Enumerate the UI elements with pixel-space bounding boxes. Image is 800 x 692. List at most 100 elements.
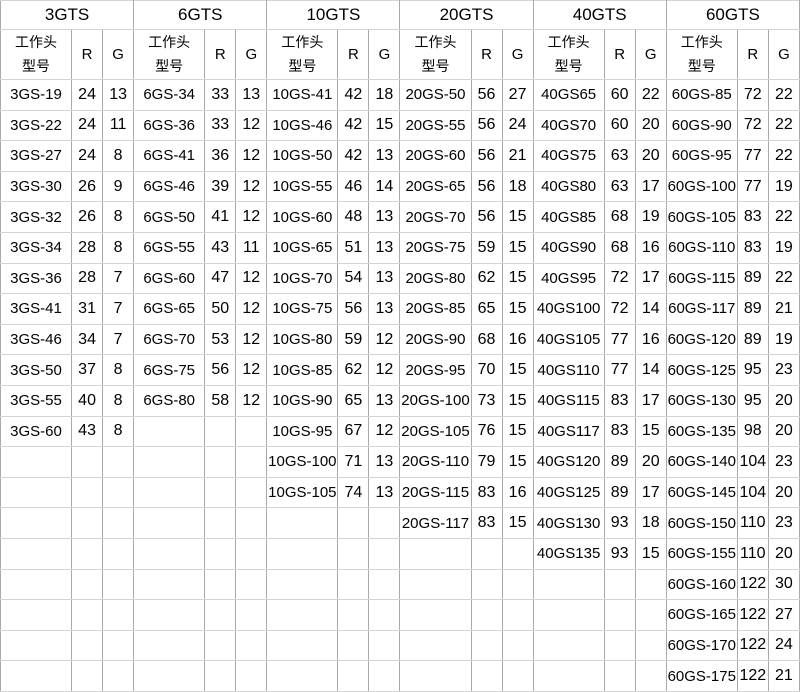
cell-r: 74 — [338, 477, 369, 508]
cell-r: 83 — [737, 232, 768, 263]
cell-empty — [205, 661, 236, 692]
cell-empty — [205, 600, 236, 631]
cell-model: 60GS-145 — [666, 477, 737, 508]
cell-r: 56 — [205, 355, 236, 386]
cell-model: 20GS-110 — [400, 447, 471, 478]
cell-r: 67 — [338, 416, 369, 447]
cell-g: 22 — [768, 141, 799, 172]
cell-model: 60GS-95 — [666, 141, 737, 172]
cell-model: 6GS-65 — [134, 294, 205, 325]
cell-empty — [604, 600, 635, 631]
cell-model: 10GS-85 — [267, 355, 338, 386]
cell-model: 60GS-85 — [666, 80, 737, 111]
column-header-g: G — [768, 30, 799, 80]
cell-empty — [103, 630, 134, 661]
table-row: 40GS135931560GS-15511020 — [1, 538, 800, 569]
cell-g: 12 — [369, 355, 400, 386]
cell-empty — [533, 630, 604, 661]
cell-empty — [1, 630, 72, 661]
cell-empty — [267, 569, 338, 600]
cell-empty — [400, 538, 471, 569]
cell-r: 56 — [471, 171, 502, 202]
cell-model: 10GS-105 — [267, 477, 338, 508]
cell-r: 48 — [338, 202, 369, 233]
cell-r: 26 — [72, 171, 103, 202]
column-header-g: G — [635, 30, 666, 80]
cell-r: 43 — [72, 416, 103, 447]
cell-r: 77 — [604, 355, 635, 386]
cell-g: 8 — [103, 202, 134, 233]
group-header-3gts: 3GTS — [1, 1, 134, 30]
cell-empty — [134, 416, 205, 447]
cell-r: 72 — [604, 294, 635, 325]
cell-g: 16 — [502, 324, 533, 355]
cell-empty — [1, 508, 72, 539]
cell-g: 12 — [236, 171, 267, 202]
cell-r: 39 — [205, 171, 236, 202]
cell-empty — [369, 661, 400, 692]
cell-g: 15 — [502, 202, 533, 233]
cell-model: 60GS-170 — [666, 630, 737, 661]
cell-r: 42 — [338, 141, 369, 172]
cell-g: 12 — [236, 294, 267, 325]
cell-g: 15 — [502, 416, 533, 447]
cell-r: 56 — [471, 110, 502, 141]
cell-empty — [205, 569, 236, 600]
cell-empty — [236, 508, 267, 539]
cell-empty — [502, 600, 533, 631]
cell-g: 19 — [768, 171, 799, 202]
cell-g: 17 — [635, 171, 666, 202]
cell-r: 122 — [737, 630, 768, 661]
cell-r: 77 — [737, 141, 768, 172]
cell-g: 7 — [103, 294, 134, 325]
group-header-row: 3GTS6GTS10GTS20GTS40GTS60GTS — [1, 1, 800, 30]
table-row: 3GS-463476GS-70531210GS-80591220GS-90681… — [1, 324, 800, 355]
cell-r: 95 — [737, 355, 768, 386]
cell-model: 40GS117 — [533, 416, 604, 447]
table-row: 3GS-413176GS-65501210GS-75561320GS-85651… — [1, 294, 800, 325]
cell-model: 6GS-34 — [134, 80, 205, 111]
cell-g: 19 — [768, 232, 799, 263]
gts-workhead-spec-table: 3GTS6GTS10GTS20GTS40GTS60GTS 工作头型号RG工作头型… — [0, 0, 800, 692]
cell-model: 10GS-60 — [267, 202, 338, 233]
cell-model: 10GS-50 — [267, 141, 338, 172]
cell-empty — [533, 600, 604, 631]
cell-empty — [471, 661, 502, 692]
cell-g: 24 — [768, 630, 799, 661]
cell-r: 89 — [737, 324, 768, 355]
cell-g: 12 — [236, 324, 267, 355]
cell-g: 27 — [768, 600, 799, 631]
cell-model: 40GS65 — [533, 80, 604, 111]
cell-model: 40GS120 — [533, 447, 604, 478]
cell-r: 40 — [72, 385, 103, 416]
cell-g: 22 — [768, 110, 799, 141]
cell-empty — [236, 477, 267, 508]
cell-g: 22 — [635, 80, 666, 111]
cell-g: 15 — [502, 508, 533, 539]
cell-g: 7 — [103, 324, 134, 355]
cell-g: 20 — [635, 110, 666, 141]
cell-r: 73 — [471, 385, 502, 416]
cell-g: 13 — [369, 294, 400, 325]
cell-model: 60GS-135 — [666, 416, 737, 447]
cell-model: 20GS-85 — [400, 294, 471, 325]
cell-g: 17 — [635, 263, 666, 294]
cell-r: 46 — [338, 171, 369, 202]
cell-model: 10GS-41 — [267, 80, 338, 111]
column-header-r: R — [205, 30, 236, 80]
cell-model: 6GS-55 — [134, 232, 205, 263]
cell-empty — [134, 630, 205, 661]
cell-empty — [72, 661, 103, 692]
cell-r: 43 — [205, 232, 236, 263]
cell-model: 60GS-175 — [666, 661, 737, 692]
cell-empty — [103, 569, 134, 600]
cell-r: 65 — [471, 294, 502, 325]
cell-r: 31 — [72, 294, 103, 325]
cell-empty — [338, 600, 369, 631]
cell-model: 60GS-117 — [666, 294, 737, 325]
cell-empty — [471, 538, 502, 569]
cell-model: 3GS-55 — [1, 385, 72, 416]
cell-model: 60GS-120 — [666, 324, 737, 355]
cell-r: 122 — [737, 600, 768, 631]
cell-g: 13 — [103, 80, 134, 111]
